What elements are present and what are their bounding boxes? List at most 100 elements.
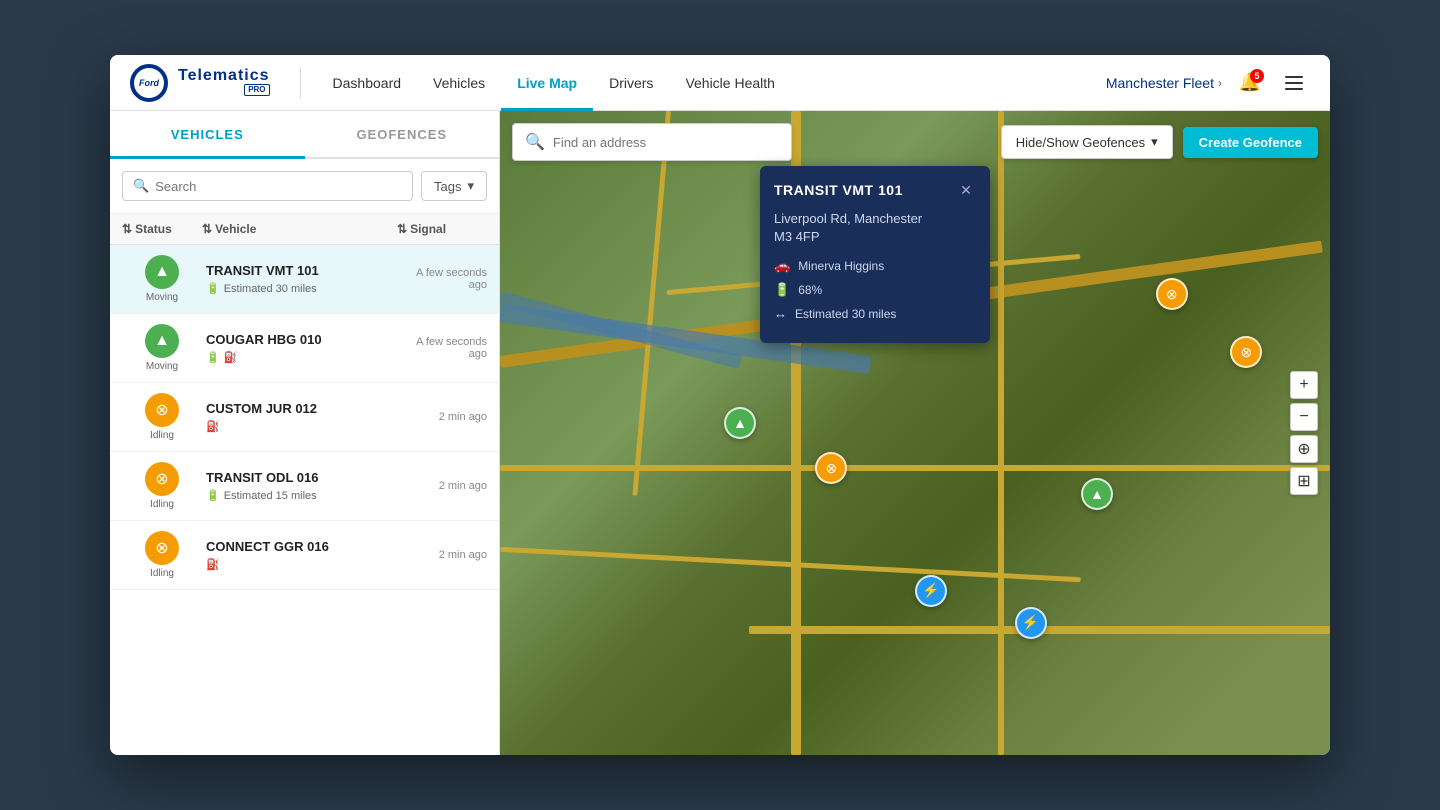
map-canvas: ▲ ▲ ▲ ⊗ ⊗ — [500, 111, 1330, 755]
app: Ford Telematics PRO Dashboard Vehicles L… — [110, 55, 1330, 755]
popup-battery: 68% — [798, 283, 822, 297]
map-marker-blue-1[interactable]: ⚡ — [915, 575, 947, 607]
road-v-2 — [998, 111, 1004, 755]
range-icon: ↔ — [774, 306, 787, 321]
status-label: Moving — [146, 292, 178, 303]
map-toolbar: 🔍 Hide/Show Geofences ▾ Create Geofence — [512, 123, 1318, 161]
popup-title: TRANSIT VMT 101 — [774, 182, 903, 198]
tab-vehicles[interactable]: VEHICLES — [110, 111, 305, 157]
map-marker-blue-2[interactable]: ⚡ — [1015, 607, 1047, 639]
sort-icon-2: ⇅ — [202, 222, 212, 236]
road-h-2 — [500, 465, 1330, 471]
sidebar-filters: 🔍 Tags ▾ — [110, 159, 499, 214]
ev-marker-icon: ⚡ — [1015, 607, 1047, 639]
tags-dropdown[interactable]: Tags ▾ — [421, 171, 487, 201]
monitor: Ford Telematics PRO Dashboard Vehicles L… — [110, 55, 1330, 755]
popup-address: Liverpool Rd, Manchester M3 4FP — [774, 210, 976, 246]
search-icon: 🔍 — [525, 132, 545, 152]
geofence-toggle-label: Hide/Show Geofences — [1016, 135, 1145, 150]
address-search[interactable]: 🔍 — [512, 123, 792, 161]
vehicle-name: CUSTOM JUR 012 — [206, 401, 393, 416]
col-vehicle: ⇅ Vehicle — [202, 222, 397, 236]
vehicle-row[interactable]: ▲ Moving TRANSIT VMT 101 🔋 Estimated 30 … — [110, 245, 499, 314]
compass-button[interactable]: ⊕ — [1290, 435, 1318, 463]
status-cell: ▲ Moving — [122, 255, 202, 303]
status-label: Idling — [150, 499, 174, 510]
signal-cell: 2 min ago — [397, 480, 487, 492]
ford-inner-logo: Ford — [134, 68, 164, 98]
moving-marker-icon: ▲ — [1081, 478, 1113, 510]
map-marker-orange-3[interactable]: ⊗ — [815, 452, 847, 484]
menu-line-1 — [1285, 76, 1303, 78]
map-marker-orange-1[interactable]: ⊗ — [1156, 278, 1188, 310]
header: Ford Telematics PRO Dashboard Vehicles L… — [110, 55, 1330, 111]
status-cell: ⊗ Idling — [122, 531, 202, 579]
nav-live-map[interactable]: Live Map — [501, 55, 593, 111]
vehicle-row[interactable]: ⊗ Idling CONNECT GGR 016 ⛽ 2 min ago — [110, 521, 499, 590]
vehicle-row[interactable]: ⊗ Idling CUSTOM JUR 012 ⛽ 2 min ago — [110, 383, 499, 452]
map-marker-orange-2[interactable]: ⊗ — [1230, 336, 1262, 368]
vehicle-info: CUSTOM JUR 012 ⛽ — [202, 401, 397, 433]
idling-status-icon: ⊗ — [145, 393, 179, 427]
battery-icon: 🔋 — [206, 489, 220, 502]
fleet-name[interactable]: Manchester Fleet › — [1106, 75, 1222, 91]
notifications-button[interactable]: 🔔 5 — [1234, 67, 1266, 99]
popup-close-button[interactable]: ✕ — [956, 180, 976, 200]
tags-label: Tags — [434, 179, 461, 194]
status-label: Idling — [150, 568, 174, 579]
battery-icon: 🔋 — [774, 282, 790, 298]
vehicle-meta: 🔋 Estimated 15 miles — [206, 489, 393, 502]
status-cell: ⊗ Idling — [122, 393, 202, 441]
status-label: Idling — [150, 430, 174, 441]
col-signal: ⇅ Signal — [397, 222, 487, 236]
address-input[interactable] — [553, 135, 779, 150]
main-content: VEHICLES GEOFENCES 🔍 Tags ▾ ⇅ — [110, 111, 1330, 755]
layers-button[interactable]: ⊞ — [1290, 467, 1318, 495]
zoom-in-button[interactable]: + — [1290, 371, 1318, 399]
nav-drivers[interactable]: Drivers — [593, 55, 669, 111]
vehicle-meta: 🔋 ⛽ — [206, 351, 393, 364]
zoom-out-button[interactable]: − — [1290, 403, 1318, 431]
status-cell: ▲ Moving — [122, 324, 202, 372]
main-nav: Dashboard Vehicles Live Map Drivers Vehi… — [317, 55, 1106, 111]
vehicle-name: TRANSIT VMT 101 — [206, 263, 393, 278]
nav-dashboard[interactable]: Dashboard — [317, 55, 418, 111]
vehicle-info: COUGAR HBG 010 🔋 ⛽ — [202, 332, 397, 364]
nav-vehicle-health[interactable]: Vehicle Health — [669, 55, 791, 111]
battery-icon: 🔋 — [206, 282, 220, 295]
logo-area: Ford Telematics PRO — [130, 64, 270, 102]
map-area[interactable]: ▲ ▲ ▲ ⊗ ⊗ — [500, 111, 1330, 755]
hamburger-menu-button[interactable] — [1278, 67, 1310, 99]
vehicle-name: COUGAR HBG 010 — [206, 332, 393, 347]
signal-cell: A few seconds ago — [397, 336, 487, 360]
moving-marker-icon: ▲ — [724, 407, 756, 439]
map-controls: + − ⊕ ⊞ — [1290, 371, 1318, 495]
vehicle-name: CONNECT GGR 016 — [206, 539, 393, 554]
signal-cell: A few seconds ago — [397, 267, 487, 291]
vehicle-info: TRANSIT ODL 016 🔋 Estimated 15 miles — [202, 470, 397, 502]
idling-marker-icon: ⊗ — [1156, 278, 1188, 310]
create-geofence-button[interactable]: Create Geofence — [1183, 127, 1318, 158]
search-box: 🔍 — [122, 171, 413, 201]
search-input[interactable] — [155, 179, 402, 194]
moving-status-icon: ▲ — [145, 324, 179, 358]
idling-marker-icon: ⊗ — [815, 452, 847, 484]
vehicle-row[interactable]: ▲ Moving COUGAR HBG 010 🔋 ⛽ A few second… — [110, 314, 499, 383]
sort-icon: ⇅ — [122, 222, 132, 236]
tab-geofences[interactable]: GEOFENCES — [305, 111, 500, 157]
ford-logo-icon: Ford — [130, 64, 168, 102]
pro-badge: PRO — [244, 84, 269, 96]
vehicle-row[interactable]: ⊗ Idling TRANSIT ODL 016 🔋 Estimated 15 … — [110, 452, 499, 521]
map-marker-green-3[interactable]: ▲ — [1081, 478, 1113, 510]
popup-header: TRANSIT VMT 101 ✕ — [774, 180, 976, 200]
signal-cell: 2 min ago — [397, 411, 487, 423]
nav-vehicles[interactable]: Vehicles — [417, 55, 501, 111]
status-cell: ⊗ Idling — [122, 462, 202, 510]
search-icon: 🔍 — [133, 178, 149, 194]
popup-driver-row: 🚗 Minerva Higgins — [774, 258, 976, 274]
idling-status-icon: ⊗ — [145, 531, 179, 565]
map-marker-green-2[interactable]: ▲ — [724, 407, 756, 439]
status-label: Moving — [146, 361, 178, 372]
geofence-toggle[interactable]: Hide/Show Geofences ▾ — [1001, 125, 1173, 159]
popup-range-row: ↔ Estimated 30 miles — [774, 306, 976, 321]
